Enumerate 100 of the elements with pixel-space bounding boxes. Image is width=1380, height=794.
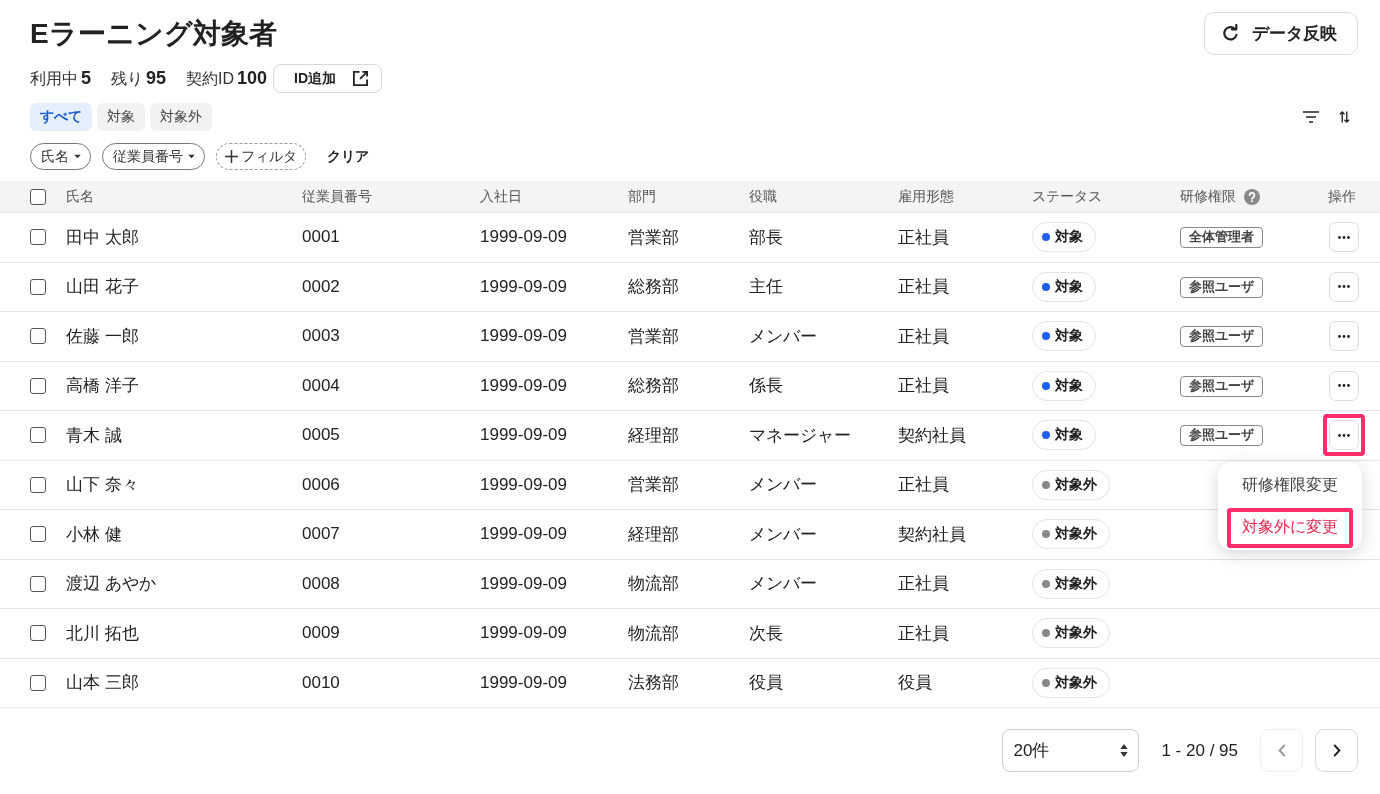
filter-chip[interactable]: 従業員番号 — [102, 143, 205, 170]
table-cell: 正社員 — [898, 623, 949, 643]
table-cell: 佐藤 一郎 — [66, 326, 139, 346]
table-cell: 経理部 — [628, 425, 679, 445]
table-cell: 1999-09-09 — [480, 276, 567, 296]
table-cell: 正社員 — [898, 475, 949, 495]
chevron-right-icon — [1332, 744, 1341, 757]
table-cell: 契約社員 — [898, 524, 966, 544]
stat-label: 利用中 — [30, 68, 78, 89]
filter-icon[interactable] — [1303, 111, 1319, 123]
segment-tab[interactable]: 対象 — [97, 103, 145, 131]
column-header: 入社日 — [480, 187, 522, 206]
table-cell: 高橋 洋子 — [66, 376, 139, 396]
checkbox[interactable] — [30, 229, 46, 246]
checkbox[interactable] — [30, 575, 46, 592]
checkbox[interactable] — [30, 328, 46, 345]
table-cell: 1999-09-09 — [480, 425, 567, 445]
more-actions-button[interactable] — [1329, 370, 1359, 401]
column-header: 氏名 — [66, 187, 94, 206]
ellipsis-icon — [1338, 235, 1350, 239]
help-icon[interactable] — [1244, 188, 1260, 205]
ellipsis-icon — [1338, 433, 1350, 437]
add-filter-button[interactable]: フィルタ — [216, 143, 306, 170]
caret-icon — [187, 154, 196, 159]
table-cell: メンバー — [749, 326, 817, 346]
page-title: Eラーニング対象者 — [30, 17, 277, 51]
status-label: 対象外 — [1055, 624, 1097, 643]
menu-item[interactable]: 対象外に変更 — [1227, 507, 1353, 548]
ellipsis-icon — [1338, 285, 1350, 289]
table-cell: メンバー — [749, 524, 817, 544]
segment-tab[interactable]: すべて — [30, 103, 92, 131]
status-label: 対象外 — [1055, 475, 1097, 494]
column-header: ステータス — [1032, 187, 1102, 206]
status-label: 対象 — [1055, 228, 1083, 247]
checkbox[interactable] — [30, 625, 46, 642]
table-cell: 0010 — [302, 672, 340, 692]
table-cell: 総務部 — [628, 277, 679, 297]
more-actions-button[interactable] — [1329, 271, 1359, 302]
checkbox[interactable] — [30, 427, 46, 444]
status-label: 対象 — [1055, 426, 1083, 445]
table-cell: 物流部 — [628, 623, 679, 643]
more-actions-button[interactable] — [1329, 420, 1359, 451]
table-cell: 0003 — [302, 326, 340, 346]
table-cell: 北川 拓也 — [66, 623, 139, 643]
checkbox[interactable] — [30, 188, 46, 205]
checkbox[interactable] — [30, 674, 46, 691]
stat-label: 契約ID — [186, 68, 235, 89]
refresh-button[interactable]: データ反映 — [1204, 12, 1358, 55]
segment-tab[interactable]: 対象外 — [150, 103, 212, 131]
sort-icon[interactable] — [1339, 110, 1350, 124]
table-cell: 正社員 — [898, 574, 949, 594]
table-cell: メンバー — [749, 574, 817, 594]
table-cell: 正社員 — [898, 277, 949, 297]
permission-tag: 参照ユーザ — [1180, 375, 1263, 397]
table-cell: 0009 — [302, 623, 340, 643]
table-cell: 1999-09-09 — [480, 474, 567, 494]
table-cell: 主任 — [749, 277, 783, 297]
column-header: 雇用形態 — [898, 187, 954, 206]
column-header: 従業員番号 — [302, 187, 372, 206]
refresh-icon — [1221, 24, 1240, 43]
page-range-text: 1 - 20 / 95 — [1161, 740, 1238, 761]
ellipsis-icon — [1338, 384, 1350, 388]
status-label: 対象 — [1055, 277, 1083, 296]
checkbox[interactable] — [30, 476, 46, 493]
checkbox[interactable] — [30, 278, 46, 295]
table-cell: 山下 奈々 — [66, 475, 139, 495]
table-cell: 営業部 — [628, 227, 679, 247]
more-actions-button[interactable] — [1329, 321, 1359, 352]
table-cell: 正社員 — [898, 326, 949, 346]
external-link-icon — [352, 70, 370, 87]
up-down-caret-icon — [1120, 744, 1129, 757]
table-cell: 1999-09-09 — [480, 672, 567, 692]
status-label: 対象外 — [1055, 673, 1097, 692]
table-cell: 正社員 — [898, 376, 949, 396]
stat-value: 100 — [237, 67, 268, 89]
table-cell: 部長 — [749, 227, 783, 247]
filter-chip[interactable]: 氏名 — [30, 143, 91, 170]
table-cell: マネージャー — [749, 425, 851, 445]
add-id-button[interactable]: ID追加 — [273, 64, 383, 93]
checkbox[interactable] — [30, 377, 46, 394]
table-cell: 山田 花子 — [66, 277, 139, 297]
caret-icon — [73, 154, 82, 159]
table-cell: 0007 — [302, 524, 340, 544]
table-cell: 渡辺 あやか — [66, 574, 156, 594]
more-actions-button[interactable] — [1329, 222, 1359, 253]
permission-tag: 参照ユーザ — [1180, 276, 1263, 298]
permission-tag: 参照ユーザ — [1180, 425, 1263, 447]
table-cell: 営業部 — [628, 326, 679, 346]
table-cell: 1999-09-09 — [480, 573, 567, 593]
page-size-select[interactable]: 20件 — [1002, 729, 1140, 772]
table-cell: メンバー — [749, 475, 817, 495]
table-cell: 小林 健 — [66, 524, 122, 544]
table-cell: 役員 — [898, 673, 932, 693]
checkbox[interactable] — [30, 526, 46, 543]
table-cell: 1999-09-09 — [480, 227, 567, 247]
ellipsis-icon — [1338, 334, 1350, 338]
table-cell: 1999-09-09 — [480, 326, 567, 346]
table-cell: 0001 — [302, 227, 340, 247]
table-cell: 総務部 — [628, 376, 679, 396]
clear-button[interactable]: クリア — [327, 147, 369, 166]
